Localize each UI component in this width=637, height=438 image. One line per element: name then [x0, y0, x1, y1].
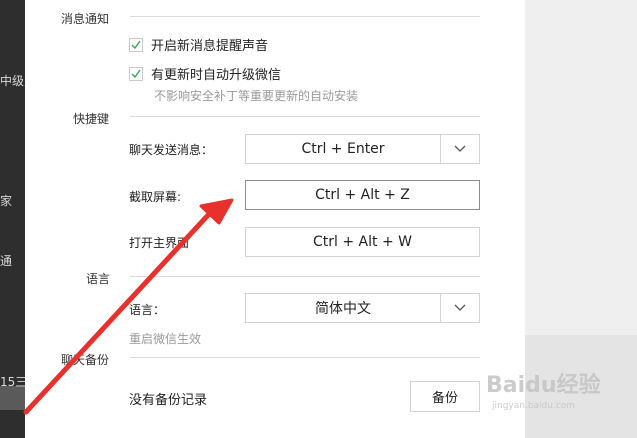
red-arrow-icon [23, 198, 234, 415]
